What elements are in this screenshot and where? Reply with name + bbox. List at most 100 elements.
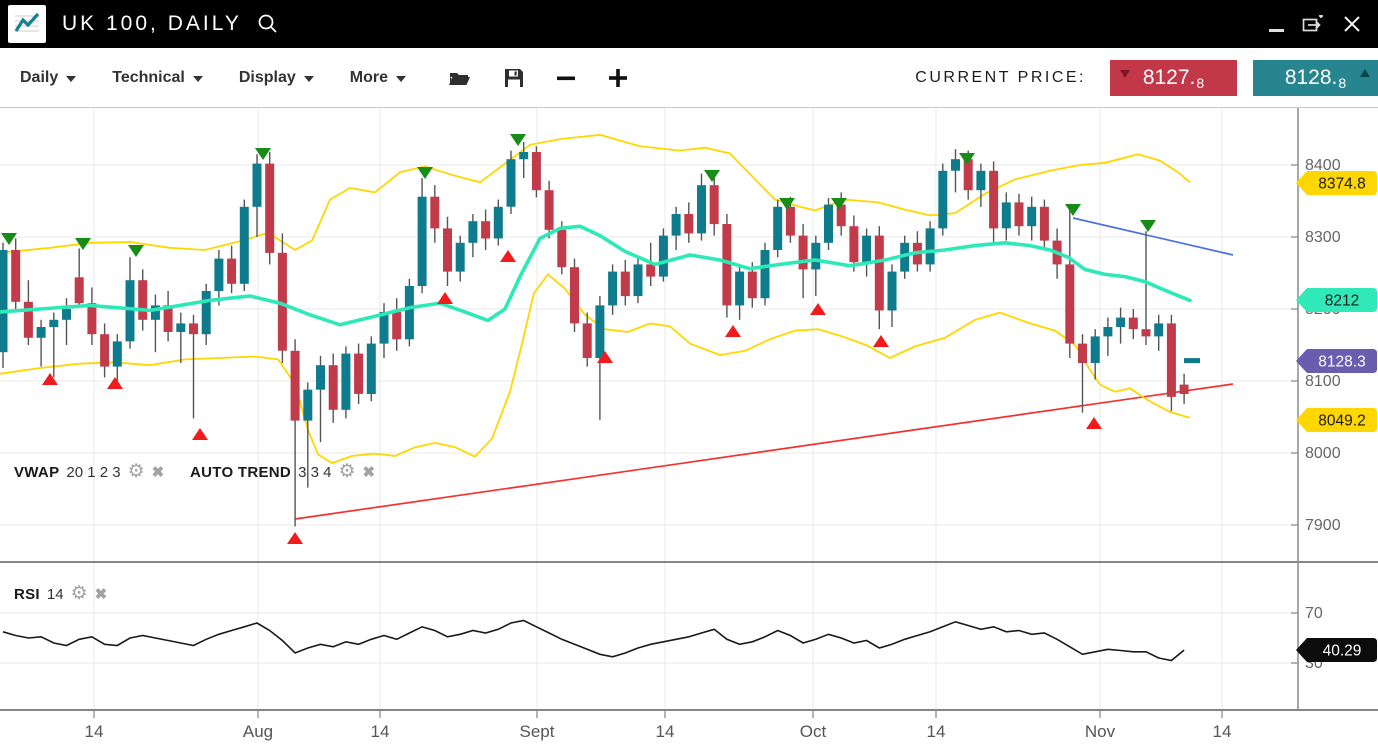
rsi-settings-icon[interactable]: ⚙ <box>71 585 88 603</box>
candle-body <box>456 243 465 272</box>
vwap-remove-icon[interactable]: ✖ <box>152 463 165 481</box>
zoom-in-icon[interactable] <box>608 68 628 88</box>
candle-body <box>1027 207 1036 226</box>
rsi-axis-label: 70 <box>1305 605 1323 622</box>
candle-body <box>100 334 109 366</box>
candle-body <box>1078 344 1087 363</box>
candle-body <box>405 286 414 339</box>
candle-body <box>316 365 325 390</box>
candle-body <box>0 250 8 352</box>
candle-body <box>634 264 643 296</box>
popout-icon[interactable] <box>1302 15 1324 33</box>
price-up-arrow-icon <box>1360 69 1370 77</box>
candles <box>0 142 1189 526</box>
vwap-line <box>0 226 1190 325</box>
sell-signal-arrow <box>704 170 720 182</box>
candle-body <box>1065 264 1074 343</box>
candle-body <box>354 354 363 394</box>
candle-body <box>697 185 706 233</box>
buy-signal-arrow <box>725 325 741 337</box>
close-icon[interactable] <box>1342 14 1362 34</box>
price-axis-label: 8000 <box>1305 445 1341 462</box>
candle-body <box>329 365 338 410</box>
grid <box>0 108 1298 710</box>
menu-technical[interactable]: Technical <box>112 69 203 87</box>
candle-body <box>799 236 808 270</box>
auto-trend-params: 3 3 4 <box>298 464 331 481</box>
bollinger-lower-line <box>0 274 1190 463</box>
candle-body <box>227 259 236 284</box>
rsi-remove-icon[interactable]: ✖ <box>95 585 108 603</box>
time-axis-label: 14 <box>1213 722 1232 741</box>
auto-trend-remove-icon[interactable]: ✖ <box>362 463 375 481</box>
candle-body <box>240 207 249 284</box>
candle-body <box>773 207 782 250</box>
buy-signal-arrow <box>42 373 58 385</box>
candle-body <box>710 185 719 224</box>
candle-body <box>214 259 223 291</box>
window-controls <box>1269 14 1362 34</box>
candle-body <box>303 390 312 421</box>
rsi-params: 14 <box>47 586 64 603</box>
price-tag-text: 8049.2 <box>1318 413 1365 430</box>
menu-display[interactable]: Display <box>239 69 314 87</box>
candle-body <box>684 214 693 233</box>
candle-body <box>621 272 630 297</box>
time-axis-label: 14 <box>371 722 390 741</box>
candle-body <box>392 312 401 339</box>
candle-body <box>938 171 947 229</box>
candle-body <box>291 351 300 421</box>
buy-signal-arrow <box>500 250 516 262</box>
vwap-settings-icon[interactable]: ⚙ <box>128 463 145 481</box>
candle-body <box>253 164 262 207</box>
menu-more[interactable]: More <box>350 69 406 87</box>
buy-signal-arrow <box>437 292 453 304</box>
rsi-line <box>3 621 1184 661</box>
price-axis-label: 8100 <box>1305 373 1341 390</box>
candle-body <box>265 164 274 253</box>
ask-price-value: 8128. <box>1285 60 1338 96</box>
candle-body <box>430 197 439 229</box>
time-axis-label: Aug <box>243 722 273 741</box>
last-price-marker <box>1184 358 1200 363</box>
candle-body <box>926 228 935 264</box>
vwap-label: VWAP <box>14 464 59 481</box>
time-axis-label: Sept <box>520 722 555 741</box>
candle-body <box>11 250 20 302</box>
candle-body <box>75 277 84 303</box>
zoom-out-icon[interactable] <box>556 68 576 88</box>
sell-signal-arrow <box>417 167 433 179</box>
auto-trend-legend: AUTO TREND 3 3 4 ⚙ ✖ <box>190 463 375 481</box>
candle-body <box>1002 202 1011 228</box>
menu-daily[interactable]: Daily <box>20 69 76 87</box>
toolbar: Daily Technical Display More <box>0 48 1378 108</box>
candle-body <box>735 272 744 306</box>
auto-trend-settings-icon[interactable]: ⚙ <box>338 463 355 481</box>
minimize-icon[interactable] <box>1269 29 1284 32</box>
vwap-params: 20 1 2 3 <box>66 464 120 481</box>
search-icon[interactable] <box>256 12 280 36</box>
candle-body <box>380 312 389 344</box>
candle-body <box>49 320 58 327</box>
price-tag-text: 8128.3 <box>1318 354 1365 371</box>
candle-body <box>494 207 503 239</box>
candle-body <box>1142 329 1151 336</box>
candle-body <box>189 323 198 334</box>
candle-body <box>608 272 617 306</box>
candle-body <box>87 303 96 334</box>
candle-body <box>1116 318 1125 327</box>
candle-body <box>989 171 998 229</box>
candle-body <box>1154 323 1163 336</box>
save-icon[interactable] <box>504 68 524 88</box>
buy-signal-arrow <box>873 335 889 347</box>
sell-signal-arrow <box>1140 220 1156 232</box>
candle-body <box>1129 318 1138 330</box>
open-file-icon[interactable] <box>448 68 472 88</box>
candle-body <box>672 214 681 236</box>
time-axis-label: 14 <box>656 722 675 741</box>
chart-title: UK 100, DAILY <box>62 12 242 36</box>
buy-signal-arrow <box>192 428 208 440</box>
candle-body <box>138 280 147 320</box>
price-axis-label: 8300 <box>1305 229 1341 246</box>
candle-body <box>888 272 897 311</box>
